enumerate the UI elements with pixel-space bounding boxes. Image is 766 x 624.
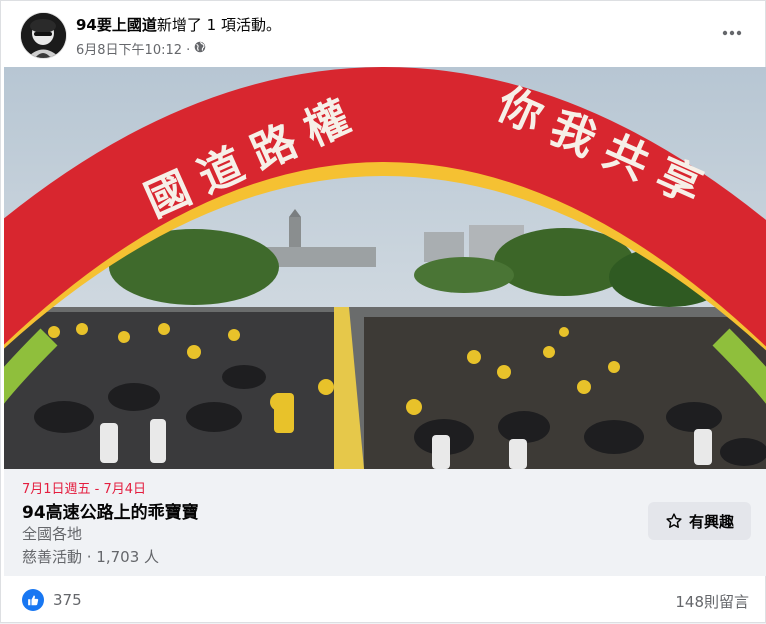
event-info[interactable]: 7月1日週五 - 7月4日 94高速公路上的乖寶寶 全國各地 慈善活動 · 1,… <box>4 469 766 576</box>
interested-label: 有興趣 <box>688 512 734 531</box>
post-header: 94要上國道新增了 1 項活動。 6月8日下午10:12 · <box>1 1 766 67</box>
page-name-link[interactable]: 94要上國道 <box>76 16 157 34</box>
event-date: 7月1日週五 - 7月4日 <box>22 482 147 497</box>
more-options-button[interactable] <box>717 21 747 45</box>
event-subtitle: 慈善活動 · 1,703 人 <box>22 548 160 566</box>
avatar[interactable] <box>21 13 66 58</box>
thumbs-up-icon[interactable] <box>22 589 44 611</box>
activity-text: 新增了 1 項活動。 <box>156 16 281 34</box>
globe-icon <box>194 41 206 57</box>
post-headline: 94要上國道新增了 1 項活動。 <box>76 15 281 35</box>
interested-button[interactable]: 有興趣 <box>648 502 751 540</box>
event-title[interactable]: 94高速公路上的乖寶寶 <box>22 498 199 523</box>
star-outline-icon <box>666 513 682 528</box>
post-footer: 375 148則留言 <box>1 576 766 624</box>
event-cover-photo[interactable]: 國道路權 你我共享 <box>4 67 766 469</box>
event-photo-illustration: 國道路權 你我共享 <box>4 67 766 469</box>
event-location: 全國各地 <box>22 525 83 543</box>
more-options-icon <box>722 30 742 36</box>
avatar-image <box>21 13 66 58</box>
post-meta: 6月8日下午10:12 · <box>76 39 206 58</box>
post-card: 94要上國道新增了 1 項活動。 6月8日下午10:12 · 國道路權 你我共享… <box>0 0 766 623</box>
comment-count[interactable]: 148則留言 <box>675 591 749 612</box>
like-count[interactable]: 375 <box>53 591 82 609</box>
post-timestamp[interactable]: 6月8日下午10:12 · <box>76 39 190 58</box>
